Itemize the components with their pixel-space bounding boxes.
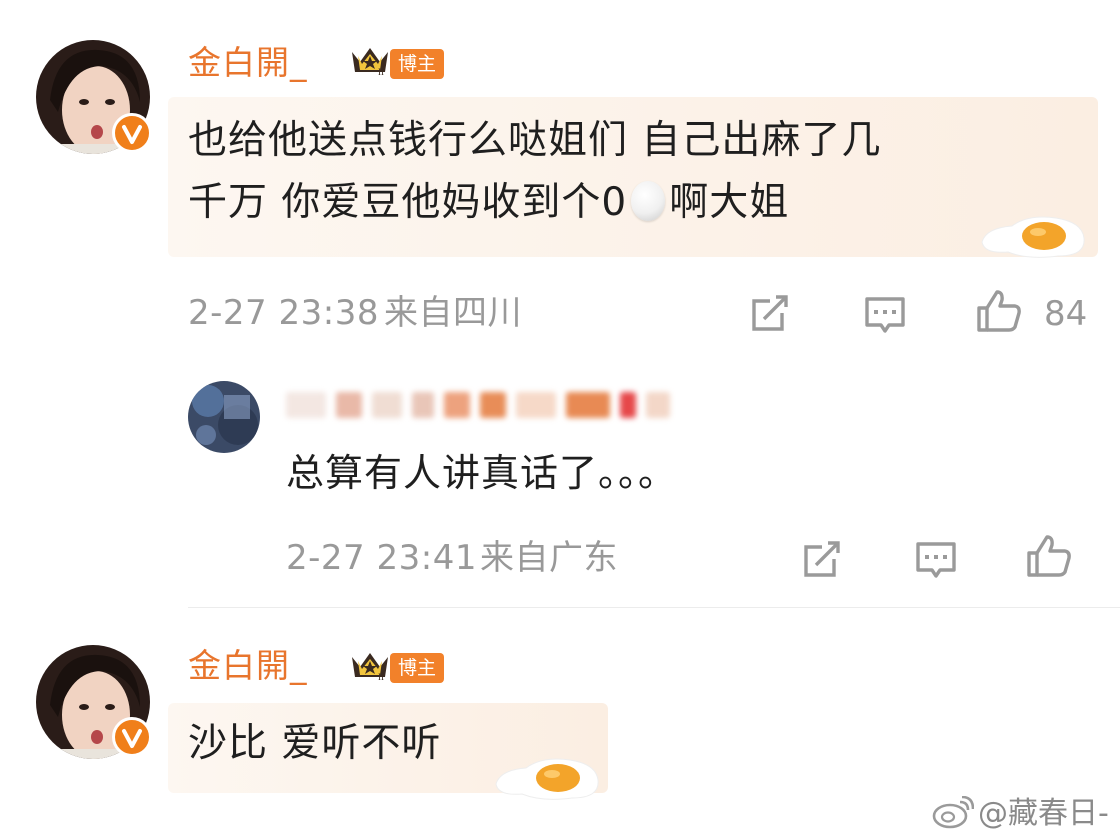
divider [188,607,1120,608]
comment-icon[interactable] [863,293,907,337]
comment-text-line2: 千万 你爱豆他妈收到个0 啊大姐 [188,172,881,234]
like-icon[interactable] [1025,533,1073,579]
fried-egg-icon [495,758,599,800]
comment-text-line2-part1: 千万 你爱豆他妈收到个0 [188,180,628,225]
weibo-logo-icon [932,796,974,829]
repost-icon[interactable] [800,537,844,581]
like-count: 84 [1044,294,1088,334]
verified-icon [112,113,152,153]
comment-text-line1: 也给他送点钱行么哒姐们 自己出麻了几 [188,118,882,163]
username[interactable]: 金白開_ [188,649,308,682]
verified-icon [112,717,152,757]
blogger-badge: 博主 [390,653,445,683]
like-icon[interactable] [975,288,1023,334]
username[interactable]: 金白開_ [188,46,308,79]
comment-text: 沙比 爱听不听 [188,721,442,766]
username-redacted [286,392,670,418]
fried-egg-icon [981,216,1085,258]
reply-location: 来自广东 [480,538,618,578]
comment-location: 来自四川 [384,293,522,333]
crown-icon: II [352,653,388,682]
svg-text:II: II [378,67,384,77]
avatar[interactable] [188,381,260,453]
comment-text: 也给他送点钱行么哒姐们 自己出麻了几 千万 你爱豆他妈收到个0 啊大姐 [188,110,881,234]
repost-icon[interactable] [748,291,792,335]
crown-icon: II [352,48,388,77]
comment-text-line2-part2: 啊大姐 [669,180,790,225]
comment-icon[interactable] [914,538,958,582]
reply-time: 2-27 23:41 [286,538,477,578]
blogger-badge: 博主 [390,49,445,79]
egg-emoji-icon [631,181,666,221]
comment-time: 2-27 23:38 [188,293,379,333]
watermark: @藏春日- [978,796,1109,831]
reply-text: 总算有人讲真话了。。。 [286,451,678,495]
svg-text:II: II [378,672,384,682]
